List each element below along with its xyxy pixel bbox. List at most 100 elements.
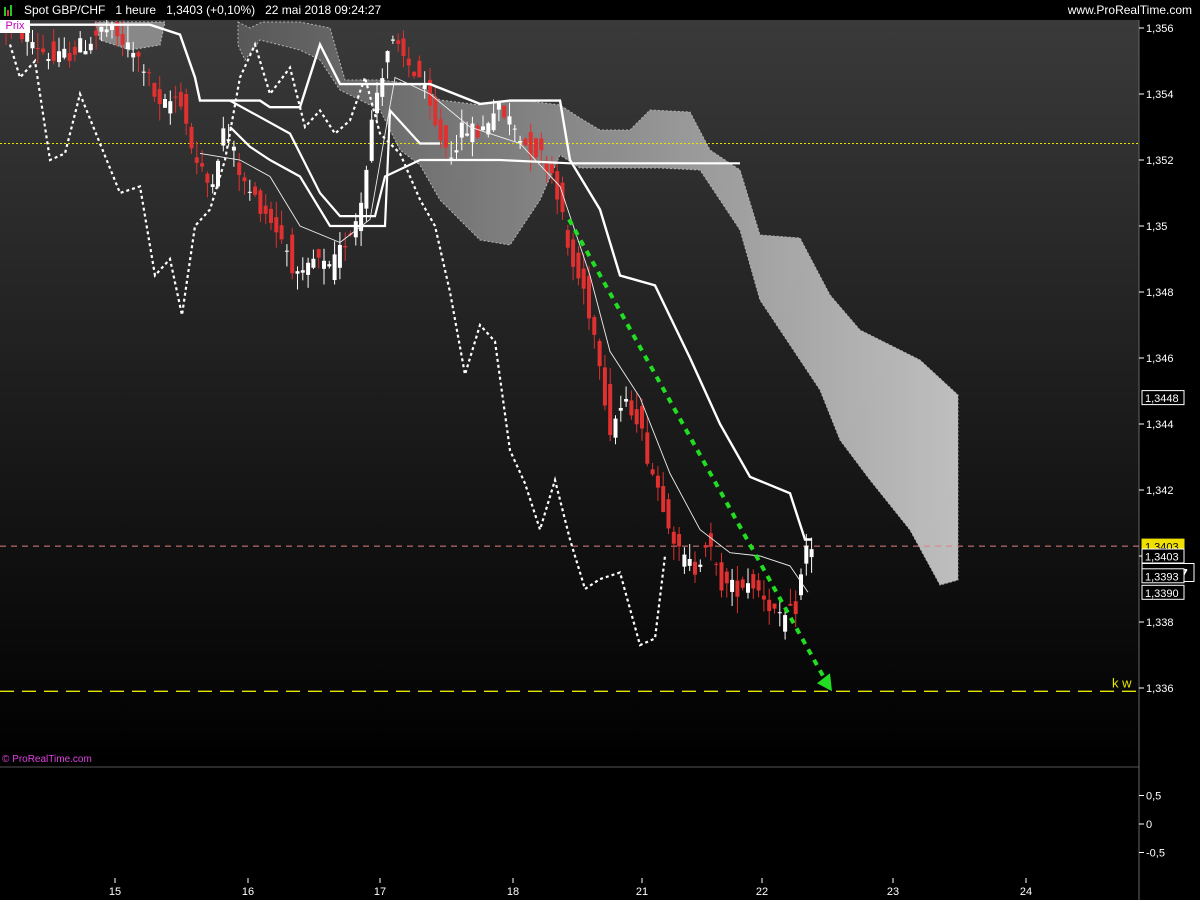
candle-body: [62, 48, 67, 58]
candle-body: [640, 406, 644, 429]
candle-body: [231, 146, 236, 151]
candle-body: [534, 138, 538, 158]
candle-body: [375, 92, 379, 114]
candle-body: [205, 173, 210, 183]
timeframe-label[interactable]: 1 heure: [115, 0, 156, 20]
x-tick-label: 22: [756, 886, 768, 898]
candle-body: [587, 276, 591, 319]
candle-body: [147, 72, 152, 74]
candle-body: [730, 579, 735, 592]
candle-body: [247, 191, 252, 193]
osc-tick-label: 0,5: [1146, 791, 1161, 803]
candle-body: [290, 234, 295, 274]
oscillator-panel-background: [0, 770, 1139, 878]
candle-body: [804, 545, 809, 564]
candle-body: [496, 102, 501, 110]
candle-body: [777, 612, 782, 614]
y-tick-label: 1,344: [1146, 419, 1174, 431]
candle-body: [714, 563, 719, 565]
candle-body: [761, 595, 766, 600]
candle-body: [740, 579, 745, 588]
candle-body: [783, 615, 788, 632]
candle-body: [200, 163, 205, 167]
candle-body: [624, 399, 629, 402]
candle-body: [210, 184, 215, 187]
x-tick-label: 18: [507, 886, 519, 898]
candle-body: [512, 128, 517, 130]
candle-body: [417, 60, 422, 78]
candle-body: [401, 38, 406, 56]
candle-body: [454, 150, 459, 153]
candle-body: [178, 91, 183, 107]
candle-body: [152, 82, 157, 97]
candle-body: [300, 270, 305, 273]
candle-body: [385, 51, 390, 63]
instrument-name[interactable]: Spot GBP/CHF: [24, 0, 105, 20]
candle-body: [221, 128, 226, 146]
candle-body: [274, 217, 279, 233]
price-badge-label: 1,3448: [1145, 393, 1179, 405]
x-axis-strip: [0, 878, 1139, 900]
candle-body: [168, 101, 173, 114]
candle-body: [284, 250, 289, 252]
candle-body: [306, 262, 311, 275]
x-tick-label: 24: [1020, 886, 1032, 898]
candle-body: [661, 486, 666, 513]
candle-body: [136, 52, 141, 57]
osc-tick-label: -0,5: [1146, 848, 1165, 860]
candle-body: [650, 469, 655, 475]
candle-body: [772, 603, 777, 609]
candle-body: [163, 99, 167, 108]
candle-body: [443, 125, 448, 148]
x-tick-label: 17: [374, 886, 386, 898]
candle-body: [253, 186, 258, 195]
candle-body: [57, 51, 61, 63]
candle-body: [767, 599, 772, 612]
candle-body: [141, 71, 146, 73]
y-tick-label: 1,35: [1146, 221, 1167, 233]
candle-body: [316, 249, 321, 258]
candle-body: [671, 531, 676, 544]
candle-body: [677, 534, 682, 547]
chart-header: Spot GBP/CHF 1 heure 1,3403 (+0,10%) 22 …: [0, 0, 1200, 20]
candle-body: [279, 225, 284, 240]
candle-body: [412, 71, 417, 77]
x-tick-label: 23: [887, 886, 899, 898]
y-tick-label: 1,338: [1146, 617, 1174, 629]
candle-body: [708, 533, 713, 547]
candlestick-icon: [4, 4, 12, 16]
site-link[interactable]: www.ProRealTime.com: [1068, 0, 1192, 20]
candle-body: [666, 499, 671, 529]
candle-body: [523, 138, 528, 146]
candle-body: [269, 208, 273, 223]
level-label: k w: [1112, 675, 1132, 690]
candle-body: [634, 409, 639, 425]
candle-body: [724, 571, 729, 584]
candle-body: [125, 42, 130, 50]
candle-body: [597, 340, 602, 367]
price-chart[interactable]: 1,356 1,354 1,352 1,35 1,348 1,346 1,344 1,342 1…: [0, 0, 1200, 900]
candle-body: [41, 48, 46, 53]
candle-body: [629, 400, 634, 416]
candle-body: [83, 51, 88, 55]
y-tick-label: 1,354: [1146, 89, 1174, 101]
x-tick-label: 21: [636, 886, 648, 898]
candle-body: [602, 367, 607, 406]
candle-body: [592, 317, 597, 335]
candle-body: [470, 123, 475, 143]
candle-body: [735, 580, 740, 597]
candle-body: [78, 38, 83, 53]
osc-tick-label: 0: [1146, 819, 1152, 831]
candle-body: [120, 33, 125, 45]
candle-body: [390, 39, 395, 41]
candle-body: [465, 133, 470, 136]
candle-body: [72, 46, 77, 55]
candle-body: [459, 122, 464, 138]
y-tick-label: 1,352: [1146, 155, 1174, 167]
candle-body: [751, 574, 756, 589]
price-badge-label: 1,3403: [1145, 552, 1179, 564]
candle-body: [258, 190, 263, 214]
y-tick-label: 1,348: [1146, 287, 1174, 299]
candle-body: [809, 549, 814, 558]
candle-body: [581, 268, 586, 289]
